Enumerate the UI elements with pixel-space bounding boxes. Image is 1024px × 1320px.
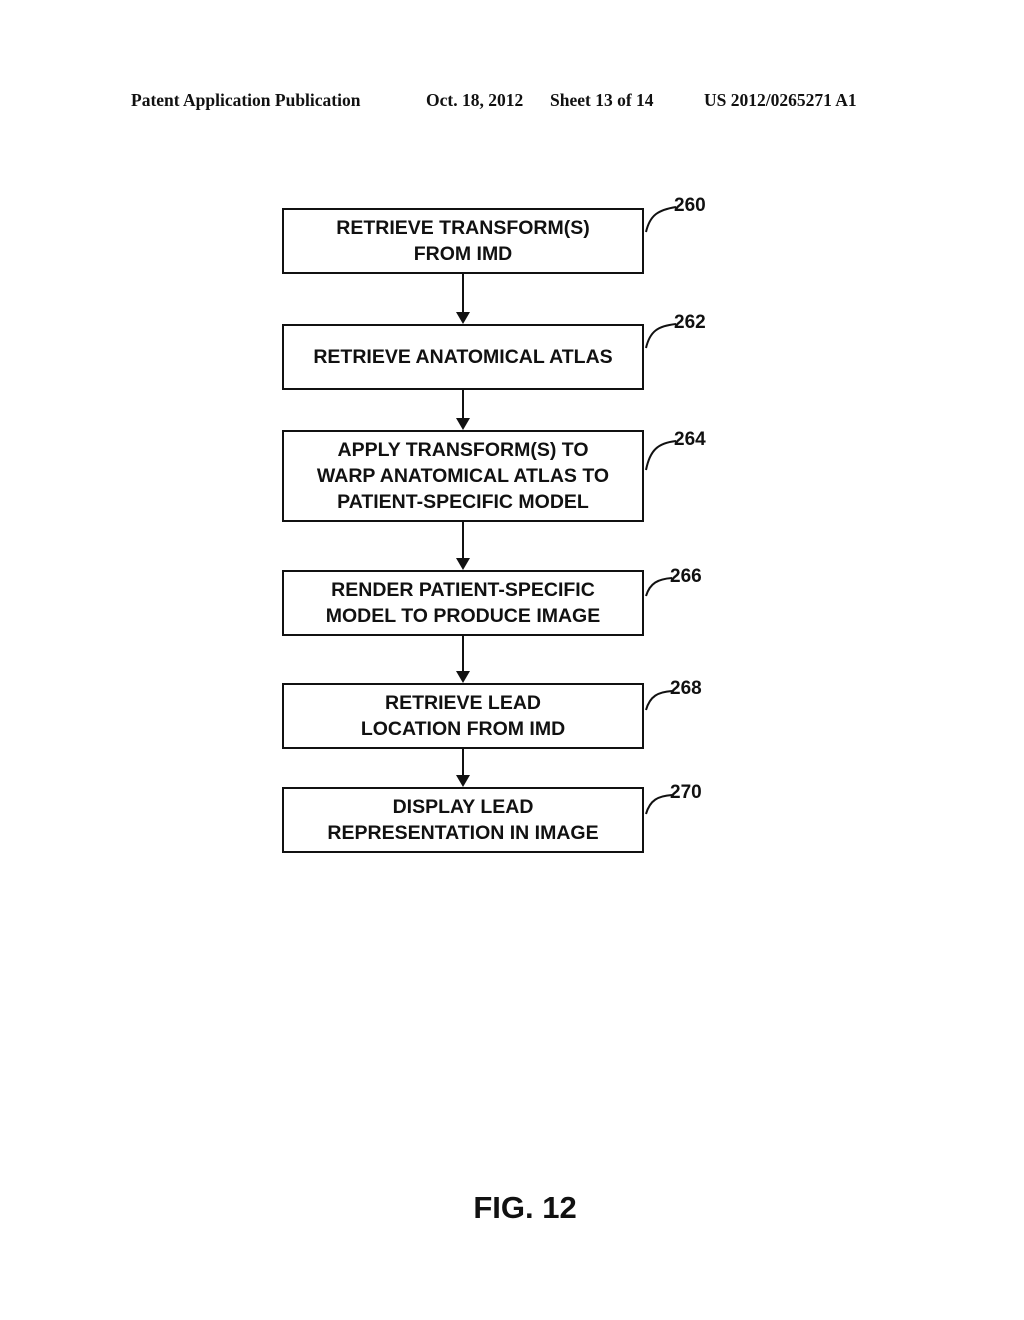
arrowhead-icon (456, 558, 470, 570)
step-text-268: RETRIEVE LEAD LOCATION FROM IMD (360, 692, 566, 740)
step-box-270: DISPLAY LEAD REPRESENTATION IN IMAGE (282, 787, 644, 853)
step-text-260: RETRIEVE TRANSFORM(S) FROM IMD (336, 217, 590, 265)
arrowhead-icon (456, 312, 470, 324)
step-text-270: DISPLAY LEAD REPRESENTATION IN IMAGE (327, 796, 599, 844)
step-text-264: APPLY TRANSFORM(S) TO WARP ANATOMICAL AT… (316, 439, 610, 513)
publication-number: US 2012/0265271 A1 (704, 90, 857, 110)
arrowhead-icon (456, 418, 470, 430)
ref-label-264: 264 (674, 429, 706, 450)
leader-262 (645, 323, 677, 349)
step-text-262: RETRIEVE ANATOMICAL ATLAS (313, 346, 613, 368)
leader-266 (645, 577, 673, 597)
step-box-262: RETRIEVE ANATOMICAL ATLAS (282, 324, 644, 390)
ref-label-268: 268 (670, 678, 702, 699)
ref-label-262: 262 (674, 312, 706, 333)
step-box-266: RENDER PATIENT-SPECIFIC MODEL TO PRODUCE… (282, 570, 644, 636)
arrowhead-icon (456, 671, 470, 683)
leader-264 (645, 440, 677, 471)
ref-label-270: 270 (670, 782, 702, 803)
step-box-264: APPLY TRANSFORM(S) TO WARP ANATOMICAL AT… (282, 430, 644, 522)
leader-260 (645, 206, 677, 233)
connectors (456, 206, 677, 815)
publication-date: Oct. 18, 2012 (426, 90, 524, 110)
publication-type: Patent Application Publication (131, 90, 361, 110)
leader-270 (645, 794, 673, 815)
sheet-number: Sheet 13 of 14 (550, 90, 654, 110)
leader-268 (645, 690, 673, 711)
step-box-260: RETRIEVE TRANSFORM(S) FROM IMD (282, 208, 644, 274)
ref-label-260: 260 (674, 195, 706, 216)
step-box-268: RETRIEVE LEAD LOCATION FROM IMD (282, 683, 644, 749)
arrowhead-icon (456, 775, 470, 787)
ref-label-266: 266 (670, 566, 702, 587)
figure-label: FIG. 12 (473, 1190, 577, 1225)
step-text-266: RENDER PATIENT-SPECIFIC MODEL TO PRODUCE… (325, 579, 601, 627)
